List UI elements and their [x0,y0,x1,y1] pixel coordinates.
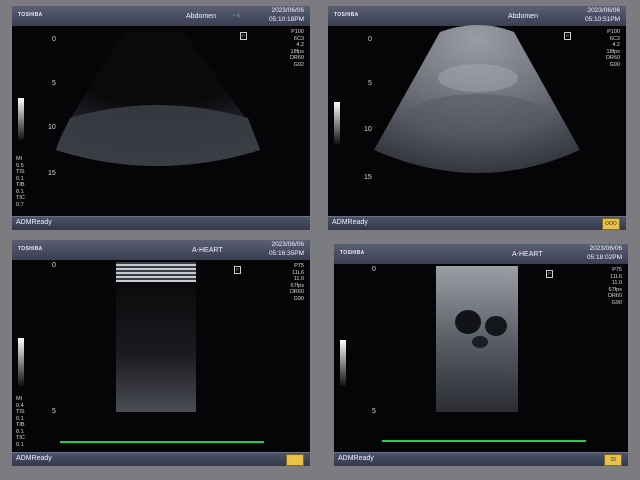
ultrasound-image [436,266,518,412]
status-text: ADMReady [16,455,52,462]
imaging-parameters: P100 6C3 4.2 18fps DR60 G90 [605,29,620,68]
grayscale-bar [334,102,340,144]
depth-label: 5 [372,408,376,415]
acoustic-output-indices: MI 0.4 TIS 0.1 TIB 0.1 TIC 0.1 [16,396,25,448]
probe-marker-icon: P [234,266,241,274]
status-bar: ADMReady 33 [334,452,628,466]
status-bar: ADMReady OOO [328,216,626,230]
ultrasound-panel-1: TOSHIBA Abdomen ~∿ 2023/06/06 05:10:18PM… [12,6,310,230]
grayscale-bar [340,340,346,386]
grayscale-bar [18,338,24,386]
ultrasound-panel-3: TOSHIBA A-HEART 2023/06/06 05:16:35PM 0 … [12,240,310,466]
depth-label: 5 [368,80,372,87]
probe-marker-icon: P [564,32,571,40]
ultrasound-panel-2: TOSHIBA Abdomen 2023/06/06 05:10:51PM 0 … [328,6,626,230]
ecg-trace [60,441,264,443]
depth-label: 10 [364,126,372,133]
probe-marker-icon: P [546,270,553,278]
status-badge: 33 [604,454,622,466]
status-text: ADMReady [332,219,368,226]
depth-label: 0 [368,36,372,43]
status-bar: ADMReady [12,216,310,230]
status-text: ADMReady [338,455,374,462]
status-badge: OOO [602,218,620,230]
ultrasound-image [56,30,260,166]
depth-label: 15 [364,174,372,181]
imaging-parameters: P75 11L6 11.0 67fps DR60 G90 [289,263,304,302]
depth-label: 5 [52,408,56,415]
grayscale-bar [18,98,24,140]
acoustic-output-indices: MI 0.5 TIS 0.1 TIB 0.1 TIC 0.7 [16,156,25,208]
imaging-parameters: P100 6C3 4.2 18fps DR60 G92 [289,29,304,68]
status-bar: ADMReady ⚡ [12,452,310,466]
depth-label: 0 [52,36,56,43]
status-text: ADMReady [16,219,52,226]
ecg-trace [382,440,586,442]
ultrasound-image [374,25,580,173]
battery-icon: ⚡ [286,454,304,466]
ultrasound-panel-4: TOSHIBA A-HEART 2023/06/06 05:18:02PM 0 … [334,244,628,466]
ultrasound-image [116,262,196,412]
depth-label: 5 [52,80,56,87]
imaging-parameters: P75 11L6 11.0 67fps DR60 G90 [607,267,622,306]
depth-label: 0 [52,262,56,269]
probe-marker-icon: P [240,32,247,40]
depth-label: 10 [48,124,56,131]
depth-label: 0 [372,266,376,273]
depth-label: 15 [48,170,56,177]
